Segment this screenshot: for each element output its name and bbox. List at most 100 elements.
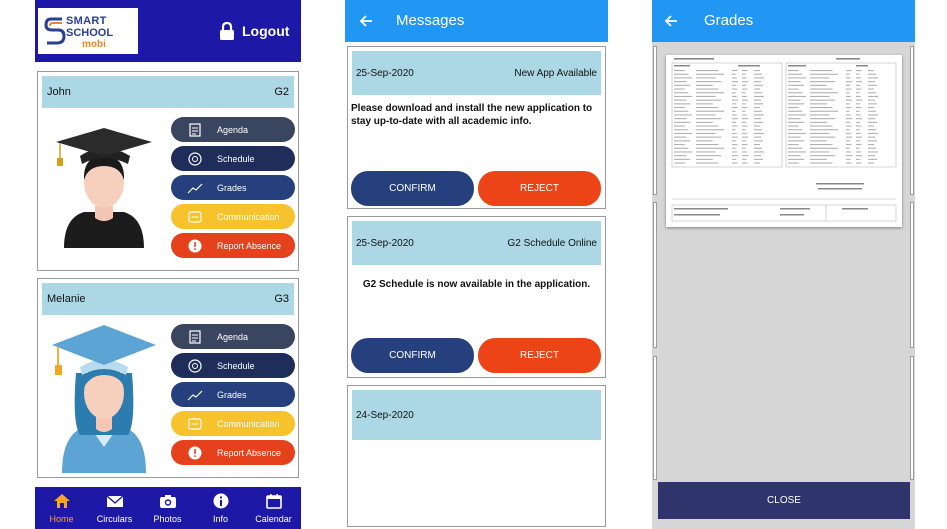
message-card: 24-Sep-2020 [347, 385, 606, 527]
report-text-line [868, 84, 877, 86]
report-text-line [788, 92, 803, 94]
grades-button[interactable]: Grades [171, 382, 295, 407]
tab-home[interactable]: Home [35, 487, 88, 529]
report-text-line [846, 88, 852, 90]
agenda-button[interactable]: Agenda [171, 117, 295, 142]
communication-button[interactable]: Communication [171, 204, 295, 229]
report-text-line [674, 70, 685, 72]
report-text-line [810, 155, 836, 157]
report-text-line [754, 125, 760, 127]
message-header: 24-Sep-2020 [352, 390, 601, 440]
student-header[interactable]: John G2 [42, 76, 294, 108]
report-text-line [742, 114, 747, 116]
tab-info[interactable]: Info [194, 487, 247, 529]
report-text-line [754, 136, 761, 138]
agenda-button[interactable]: Agenda [171, 324, 295, 349]
back-arrow-icon[interactable] [664, 14, 678, 28]
report-text-line [754, 73, 762, 75]
report-text-line [754, 144, 760, 146]
report-text-line [788, 114, 806, 116]
report-text-line [696, 144, 719, 146]
report-text-line [674, 140, 691, 142]
report-text-line [742, 144, 748, 146]
background-card [910, 356, 914, 480]
report-text-line [788, 95, 806, 97]
report-text-line [754, 140, 763, 142]
report-text-line [868, 77, 878, 79]
report-text-line [868, 151, 878, 153]
grades-chart-icon [187, 180, 203, 196]
grades-button[interactable]: Grades [171, 175, 295, 200]
report-text-line [810, 81, 836, 83]
report-text-line [754, 121, 763, 123]
report-text-line [696, 147, 724, 149]
report-text-line [732, 140, 737, 142]
schedule-icon [187, 151, 203, 167]
report-text-line [856, 162, 862, 164]
report-text-line [742, 158, 747, 160]
report-text-line [788, 125, 799, 127]
background-card [653, 46, 657, 195]
report-card-thumbnail [671, 58, 897, 222]
report-text-line [856, 158, 861, 160]
confirm-button[interactable]: CONFIRM [351, 338, 474, 373]
report-absence-button[interactable]: Report Absence [171, 233, 295, 258]
report-text-line [754, 132, 764, 134]
schedule-label: Schedule [217, 153, 255, 164]
report-text-line [868, 107, 874, 109]
schedule-button[interactable]: Schedule [171, 353, 295, 378]
report-text-line [754, 70, 760, 72]
envelope-icon [106, 495, 123, 507]
report-text-line [868, 114, 878, 116]
student-name: Melanie [47, 293, 86, 305]
report-text-line [856, 140, 861, 142]
back-arrow-icon[interactable] [359, 14, 373, 28]
report-text-line [810, 162, 833, 164]
report-text-line [732, 110, 736, 112]
report-text-line [742, 107, 748, 109]
report-text-line [846, 95, 851, 97]
grades-label: Grades [217, 182, 247, 193]
report-text-line [846, 107, 852, 109]
student-header[interactable]: Melanie G3 [42, 283, 294, 315]
report-text-line [788, 140, 805, 142]
report-card-document[interactable] [666, 55, 902, 227]
lock-icon [220, 21, 234, 40]
report-text-line [696, 92, 724, 94]
close-button[interactable]: CLOSE [658, 482, 910, 519]
report-text-line [732, 155, 738, 157]
tab-circulars[interactable]: Circulars [88, 487, 141, 529]
report-text-line [868, 88, 874, 90]
report-text-line [742, 151, 747, 153]
message-card: 25-Sep-2020 New App Available Please dow… [347, 46, 606, 209]
tab-info-label: Info [212, 514, 228, 524]
tab-home-label: Home [49, 514, 74, 524]
report-text-line [674, 129, 689, 131]
tab-calendar[interactable]: Calendar [247, 487, 300, 529]
reject-button[interactable]: REJECT [478, 338, 601, 373]
agenda-label: Agenda [217, 331, 249, 342]
report-text-line [732, 95, 737, 97]
background-card [910, 46, 914, 195]
reject-button[interactable]: REJECT [478, 171, 601, 206]
report-text-line [810, 136, 836, 138]
tab-photos[interactable]: Photos [141, 487, 194, 529]
schedule-button[interactable]: Schedule [171, 146, 295, 171]
report-text-line [788, 158, 805, 160]
logout-button[interactable]: Logout [219, 18, 289, 44]
report-text-line [742, 162, 748, 164]
report-absence-button[interactable]: Report Absence [171, 440, 295, 465]
communication-button[interactable]: Communication [171, 411, 295, 436]
confirm-button[interactable]: CONFIRM [351, 171, 474, 206]
report-text-line [696, 136, 722, 138]
report-text-line [696, 107, 719, 109]
report-text-line [846, 121, 851, 123]
report-text-line [856, 95, 861, 97]
report-text-line [674, 118, 687, 120]
home-header: SMART SCHOOL mobi Logout [35, 0, 301, 62]
report-text-line [856, 107, 862, 109]
student-card-melanie: Melanie G3 Agenda Schedule Grades Commun… [37, 278, 299, 478]
report-text-line [856, 103, 861, 105]
report-text-line [856, 151, 861, 153]
report-text-line [846, 118, 852, 120]
